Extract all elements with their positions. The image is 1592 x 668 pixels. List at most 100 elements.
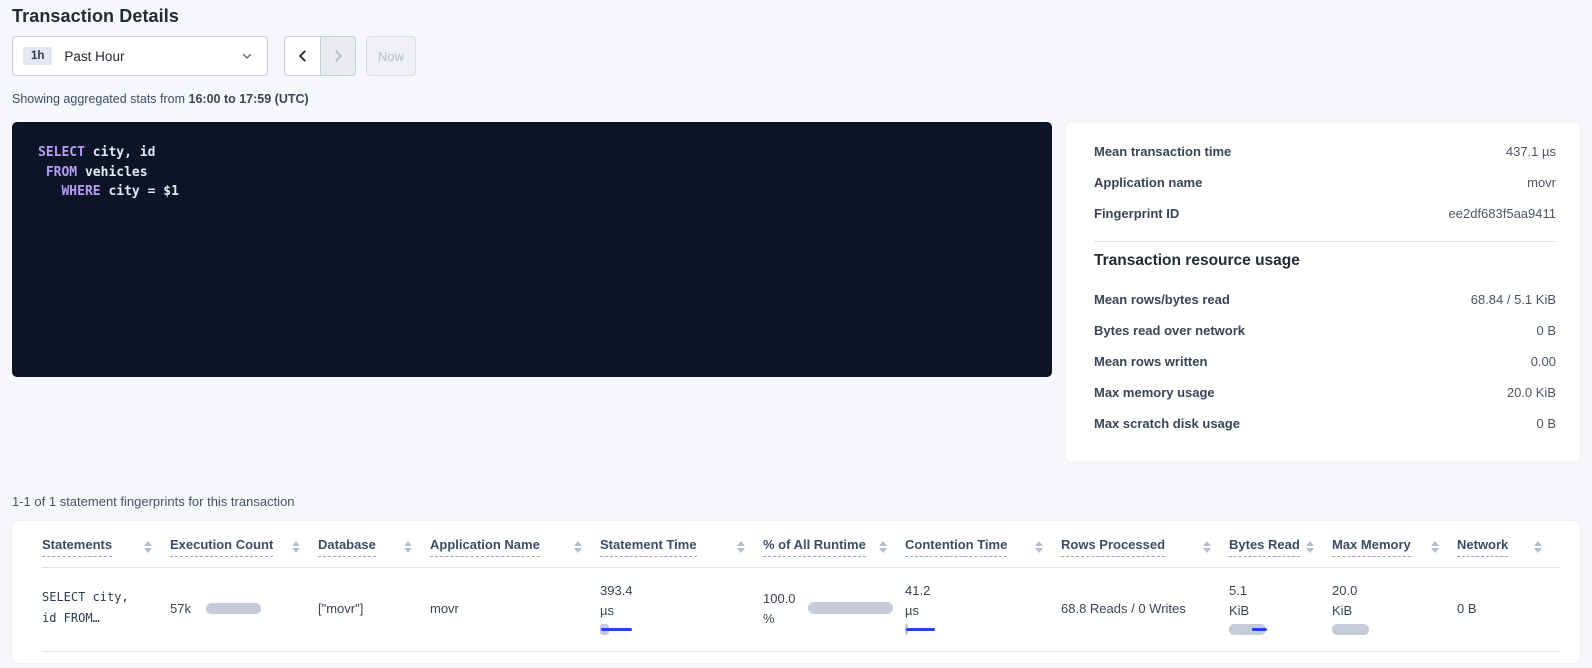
- sort-icon[interactable]: [404, 541, 412, 553]
- sql-line: SELECT city, id: [38, 143, 1026, 163]
- summary-value: 0 B: [1536, 323, 1556, 338]
- resource-usage-section-title: Transaction resource usage: [1094, 252, 1556, 270]
- main-content-row: SELECT city, id FROM vehicles WHERE city…: [12, 122, 1580, 462]
- contention-time-value: 41.2: [905, 582, 1061, 599]
- column-header-application-name[interactable]: Application Name: [430, 521, 600, 567]
- stats-line-range: 16:00 to 17:59 (UTC): [189, 92, 309, 106]
- bytes-read-bar: [1229, 624, 1266, 635]
- sql-line: WHERE city = $1: [38, 182, 1026, 202]
- time-controls: 1h Past Hour Now: [12, 36, 1580, 76]
- execution-count-bar: [206, 603, 261, 614]
- execution-count-value: 57k: [170, 601, 191, 616]
- summary-row-max-memory-usage: Max memory usage 20.0 KiB: [1094, 377, 1556, 408]
- statements-table: Statements Execution Count Database Appl…: [42, 521, 1560, 652]
- time-range-dropdown[interactable]: 1h Past Hour: [12, 36, 268, 76]
- sql-keyword: WHERE: [61, 184, 100, 199]
- summary-row-application-name: Application name movr: [1094, 167, 1556, 198]
- summary-label: Max scratch disk usage: [1094, 416, 1240, 431]
- column-header-statement-time[interactable]: Statement Time: [600, 521, 763, 567]
- summary-row-mean-rows-written: Mean rows written 0.00: [1094, 346, 1556, 377]
- summary-value: ee2df683f5aa9411: [1449, 206, 1556, 221]
- transaction-details-page: Transaction Details 1h Past Hour Now Sho: [0, 0, 1592, 663]
- column-header-execution-count[interactable]: Execution Count: [170, 521, 318, 567]
- column-header-database[interactable]: Database: [318, 521, 430, 567]
- summary-row-mean-rows-bytes-read: Mean rows/bytes read 68.84 / 5.1 KiB: [1094, 284, 1556, 315]
- summary-value: 20.0 KiB: [1507, 385, 1556, 400]
- statement-time-value: 393.4: [600, 582, 763, 599]
- cell-bytes-read: 5.1 KiB: [1229, 567, 1332, 651]
- summary-label: Mean transaction time: [1094, 144, 1231, 159]
- stats-line-prefix: Showing aggregated stats from: [12, 92, 189, 106]
- summary-divider: [1094, 241, 1556, 242]
- summary-label: Fingerprint ID: [1094, 206, 1179, 221]
- next-time-button[interactable]: [320, 37, 355, 75]
- statements-table-caption: 1-1 of 1 statement fingerprints for this…: [12, 494, 1580, 510]
- bytes-read-value: 5.1: [1229, 582, 1332, 599]
- sort-icon[interactable]: [1035, 541, 1043, 553]
- summary-value: 0.00: [1531, 354, 1556, 369]
- sql-keyword: FROM: [46, 165, 77, 180]
- summary-value: 68.84 / 5.1 KiB: [1471, 292, 1556, 307]
- sort-icon[interactable]: [1534, 541, 1542, 553]
- page-title: Transaction Details: [12, 4, 1580, 28]
- summary-label: Mean rows written: [1094, 354, 1207, 369]
- table-header-row: Statements Execution Count Database Appl…: [42, 521, 1560, 567]
- statement-time-bar: [600, 624, 640, 635]
- time-interval-label: Past Hour: [64, 49, 124, 64]
- sort-icon[interactable]: [1306, 541, 1314, 553]
- summary-row-bytes-read-over-network: Bytes read over network 0 B: [1094, 315, 1556, 346]
- column-header-bytes-read[interactable]: Bytes Read: [1229, 521, 1332, 567]
- summary-label: Application name: [1094, 175, 1202, 190]
- cell-execution-count: 57k: [170, 567, 318, 651]
- chevron-right-icon: [331, 49, 345, 63]
- cell-runtime-pct: 100.0 %: [763, 567, 905, 651]
- time-interval-badge: 1h: [23, 47, 52, 65]
- cell-max-memory: 20.0 KiB: [1332, 567, 1457, 651]
- summary-row-mean-transaction-time: Mean transaction time 437.1 µs: [1094, 136, 1556, 167]
- sort-icon[interactable]: [574, 541, 582, 553]
- cell-database: ["movr"]: [318, 567, 430, 651]
- cell-contention-time: 41.2 µs: [905, 567, 1061, 651]
- summary-value: 0 B: [1536, 416, 1556, 431]
- chevron-left-icon: [296, 49, 310, 63]
- summary-label: Mean rows/bytes read: [1094, 292, 1230, 307]
- previous-time-button[interactable]: [285, 37, 320, 75]
- column-header-contention-time[interactable]: Contention Time: [905, 521, 1061, 567]
- summary-row-max-scratch-disk-usage: Max scratch disk usage 0 B: [1094, 408, 1556, 439]
- statement-time-unit: µs: [600, 602, 763, 619]
- summary-value: movr: [1527, 175, 1556, 190]
- sort-icon[interactable]: [144, 541, 152, 553]
- sort-icon[interactable]: [1203, 541, 1211, 553]
- summary-row-fingerprint-id: Fingerprint ID ee2df683f5aa9411: [1094, 198, 1556, 229]
- max-memory-value: 20.0: [1332, 582, 1457, 599]
- max-memory-unit: KiB: [1332, 602, 1457, 619]
- sql-line: FROM vehicles: [38, 163, 1026, 183]
- sql-keyword: SELECT: [38, 145, 85, 160]
- statement-fingerprint-link[interactable]: SELECT city,id FROM…: [42, 587, 129, 629]
- bytes-read-unit: KiB: [1229, 602, 1332, 619]
- now-button[interactable]: Now: [366, 36, 416, 76]
- column-header-statements[interactable]: Statements: [42, 521, 170, 567]
- sort-icon[interactable]: [1431, 541, 1439, 553]
- sort-icon[interactable]: [737, 541, 745, 553]
- column-header-runtime-pct[interactable]: % of All Runtime: [763, 521, 905, 567]
- sort-icon[interactable]: [879, 541, 887, 553]
- statements-table-card: Statements Execution Count Database Appl…: [12, 521, 1580, 663]
- aggregated-stats-line: Showing aggregated stats from 16:00 to 1…: [12, 91, 1580, 107]
- cell-statement-time: 393.4 µs: [600, 567, 763, 651]
- sort-icon[interactable]: [292, 541, 300, 553]
- max-memory-bar: [1332, 624, 1369, 635]
- table-row: SELECT city,id FROM… 57k ["movr"] movr 3…: [42, 567, 1560, 651]
- time-step-buttons: [284, 36, 356, 76]
- cell-rows-processed: 68.8 Reads / 0 Writes: [1061, 567, 1229, 651]
- column-header-rows-processed[interactable]: Rows Processed: [1061, 521, 1229, 567]
- runtime-pct-value: 100.0: [763, 590, 796, 607]
- summary-label: Bytes read over network: [1094, 323, 1245, 338]
- cell-application-name: movr: [430, 567, 600, 651]
- column-header-max-memory[interactable]: Max Memory: [1332, 521, 1457, 567]
- cell-statement: SELECT city,id FROM…: [42, 567, 170, 651]
- runtime-pct-unit: %: [763, 610, 796, 627]
- column-header-network[interactable]: Network: [1457, 521, 1560, 567]
- summary-label: Max memory usage: [1094, 385, 1215, 400]
- contention-time-unit: µs: [905, 602, 1061, 619]
